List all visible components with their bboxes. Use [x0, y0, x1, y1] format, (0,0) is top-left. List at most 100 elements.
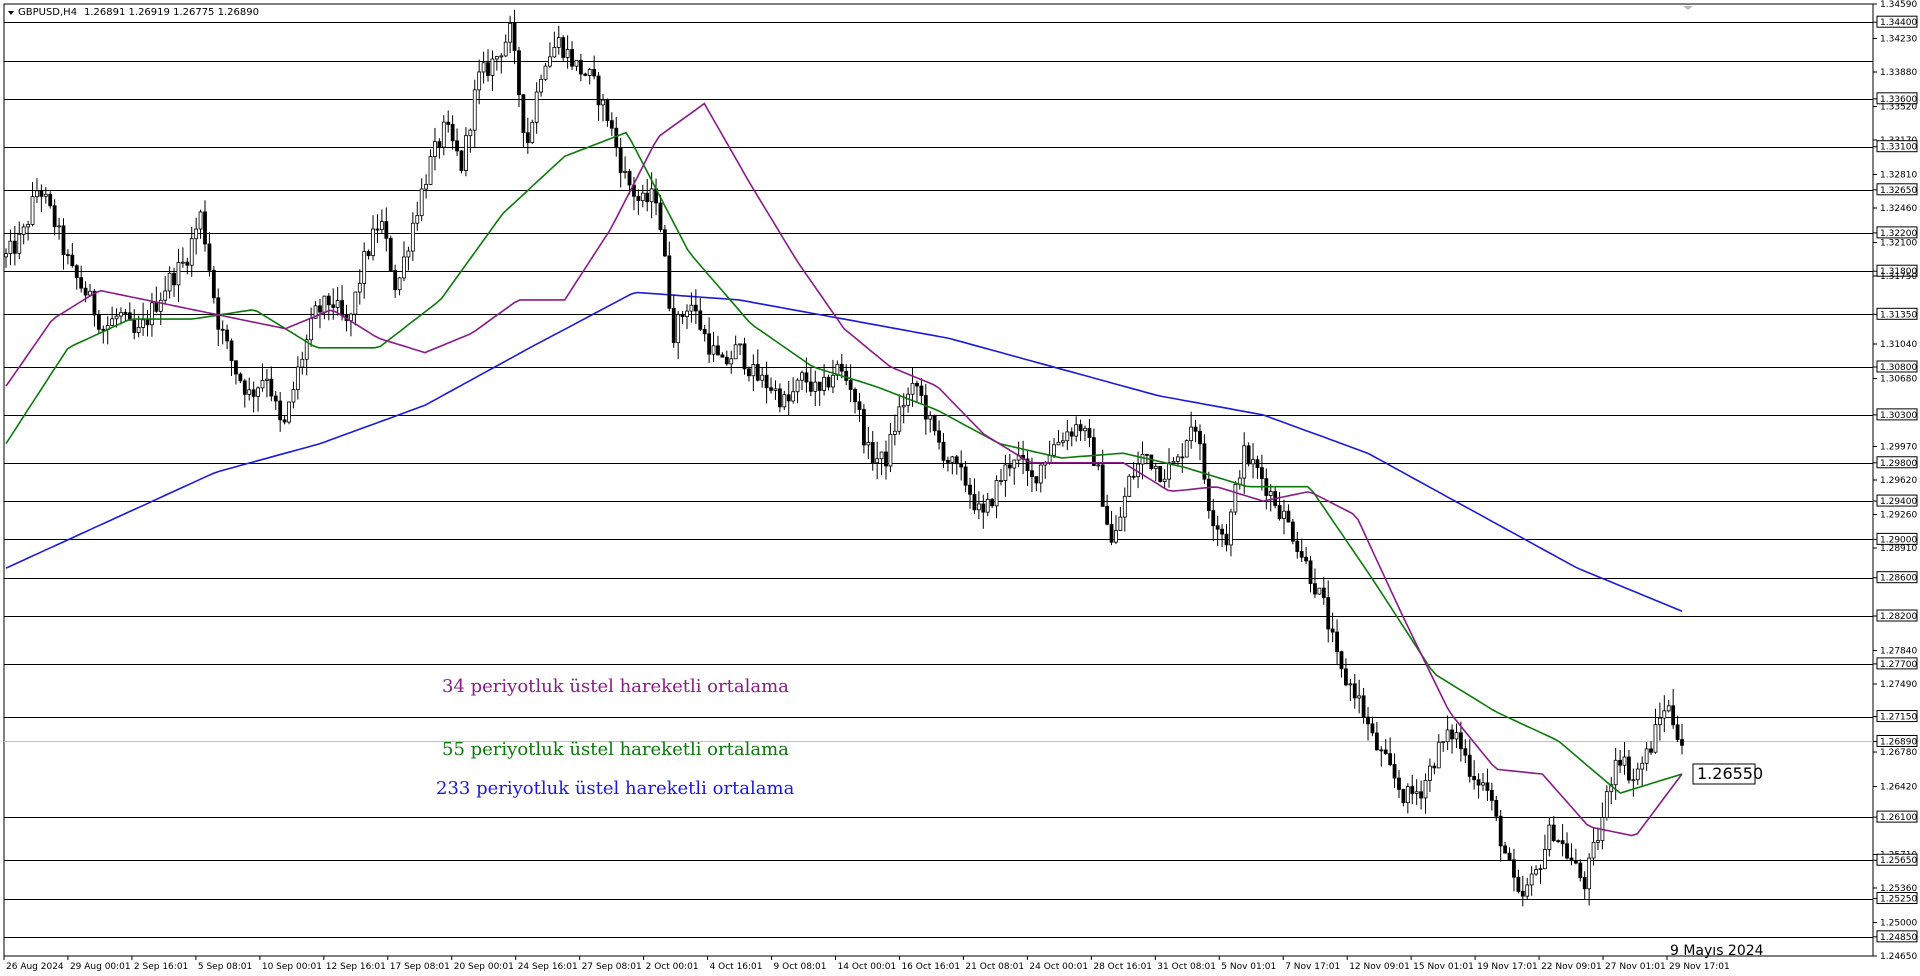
candle-body [119, 312, 123, 317]
candle-body [207, 243, 212, 271]
candle-body [1180, 456, 1185, 459]
candle-body [349, 313, 353, 321]
y-tick-label: 1.26420 [1880, 782, 1917, 792]
candle-body [1410, 786, 1415, 794]
candle-body [1259, 467, 1264, 480]
candle-body [534, 91, 539, 123]
x-tick-label: 28 Oct 16:01 [1093, 962, 1152, 972]
candle-body [587, 69, 592, 76]
candle-body [1317, 587, 1322, 595]
candle-body [1224, 533, 1229, 546]
candle-body [357, 283, 362, 293]
candle-body [8, 240, 13, 254]
candle-body [1131, 475, 1136, 478]
candle-body [1680, 739, 1684, 746]
candle-body [636, 195, 641, 201]
candle-body [1476, 779, 1481, 786]
candle-body [1587, 857, 1592, 890]
candle-body [693, 304, 698, 312]
candle-body [791, 391, 796, 402]
candle-body [1145, 454, 1149, 456]
candle-body [1640, 762, 1645, 770]
candle-body [17, 233, 22, 254]
candle-body [543, 65, 548, 80]
candle-body [1534, 869, 1538, 875]
candle-body [601, 99, 605, 106]
candle-body [1290, 521, 1295, 542]
candle-body [1242, 445, 1247, 479]
candle-body [362, 251, 367, 284]
candle-body [1662, 710, 1667, 719]
candle-body [888, 433, 893, 467]
candle-body [782, 394, 787, 408]
candle-body [1401, 788, 1406, 804]
candle-body [733, 344, 738, 360]
candle-body [1308, 560, 1313, 585]
candle-body [468, 129, 473, 137]
candle-body [1485, 782, 1490, 791]
candle-body [1184, 440, 1189, 458]
candle-body [1127, 475, 1132, 497]
candle-body [74, 265, 79, 279]
candle-body [1348, 683, 1353, 686]
candle [1149, 454, 1154, 471]
candle-body [499, 55, 504, 58]
candle-body [1445, 729, 1450, 743]
x-tick-label: 26 Aug 2024 [6, 962, 64, 972]
candle-body [561, 37, 566, 58]
x-tick-label: 19 Nov 17:01 [1477, 962, 1538, 972]
candle-body [1361, 695, 1366, 718]
x-tick-label: 24 Oct 00:01 [1029, 962, 1088, 972]
candle-body [110, 318, 115, 326]
candle-body [1030, 470, 1034, 478]
y-tick-label: 1.27700 [1880, 660, 1917, 670]
candle-body [287, 401, 291, 423]
candle-body [437, 141, 442, 148]
candle-body [747, 368, 751, 377]
candle-body [720, 354, 725, 358]
x-tick-label: 7 Nov 17:01 [1285, 962, 1340, 972]
candle-body [1379, 749, 1384, 752]
candle-body [1118, 516, 1123, 532]
candle-body [1551, 824, 1556, 841]
candle-body [875, 458, 880, 464]
candle-body [1357, 695, 1362, 699]
candle-body [570, 49, 574, 67]
candle-body [1105, 506, 1110, 525]
candle-body [1392, 764, 1397, 779]
candle-body [331, 304, 336, 308]
candle-body [446, 121, 451, 125]
candle [1158, 465, 1163, 483]
candle-body [1582, 877, 1587, 890]
candle-body [1525, 884, 1530, 897]
candle-body [158, 299, 163, 312]
candle-body [923, 395, 928, 420]
candle-body [689, 304, 694, 312]
y-tick-label: 1.30800 [1880, 363, 1917, 373]
candle-body [592, 69, 597, 77]
candle-body [424, 183, 429, 190]
candle-body [760, 374, 765, 381]
candle [561, 35, 566, 61]
candle-body [39, 190, 44, 197]
candle-body [1591, 841, 1596, 859]
candle-body [565, 49, 570, 58]
y-tick-label: 1.32650 [1880, 186, 1917, 196]
candle-body [1299, 551, 1304, 558]
candle-body [950, 456, 955, 463]
candle-body [822, 376, 827, 391]
y-tick-label: 1.29260 [1880, 510, 1917, 520]
candle-body [1423, 780, 1428, 799]
candle-body [141, 319, 145, 328]
candle-body [172, 272, 176, 286]
candle-body [901, 404, 906, 408]
candle-body [123, 312, 128, 314]
candle-body [1122, 495, 1127, 518]
candle-body [459, 150, 464, 171]
candle-body [83, 287, 88, 296]
y-tick-label: 1.26890 [1880, 737, 1917, 747]
candle-body [596, 75, 601, 106]
candle-body [1428, 765, 1432, 781]
candle-body [1083, 427, 1087, 432]
y-tick-label: 1.31750 [1880, 272, 1917, 282]
